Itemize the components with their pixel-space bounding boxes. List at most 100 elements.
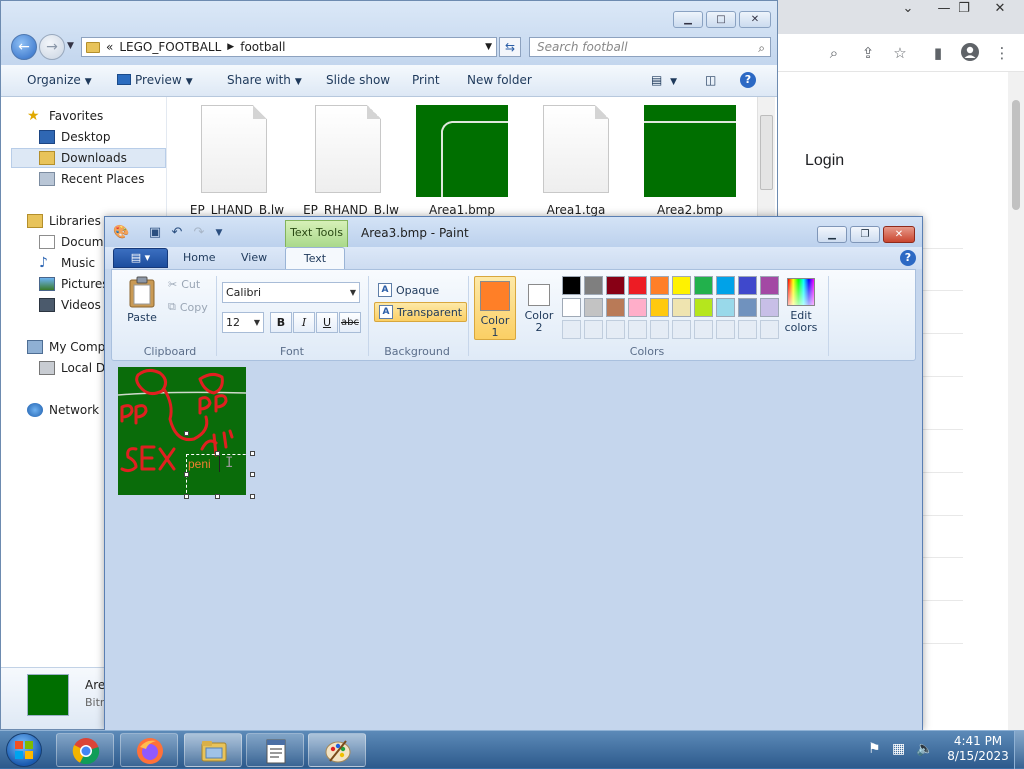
save-icon[interactable]: ▣ [147,225,163,241]
customize-toolbar-icon[interactable]: ▼ [211,225,227,241]
redo-icon[interactable]: ↷ [191,225,207,241]
resize-handle[interactable] [215,494,220,499]
explorer-maximize-button[interactable]: □ [706,11,736,28]
file-item[interactable]: Area1.bmp [407,105,517,217]
nav-libraries[interactable]: Libraries [27,211,101,231]
palette-color-swatch[interactable] [738,298,757,317]
palette-custom-slot[interactable] [562,320,581,339]
palette-color-swatch[interactable] [716,298,735,317]
preview-button[interactable]: Preview ▼ [117,73,193,87]
palette-color-swatch[interactable] [716,276,735,295]
action-center-icon[interactable]: ⚑ [868,741,881,757]
share-with-button[interactable]: Share with ▼ [227,73,302,87]
breadcrumb-separator-icon[interactable]: ▶ [227,42,234,52]
image-canvas[interactable]: peni I [118,367,246,495]
palette-custom-slot[interactable] [694,320,713,339]
nav-pictures[interactable]: Pictures [39,274,109,294]
palette-color-swatch[interactable] [584,298,603,317]
resize-handle[interactable] [215,451,220,456]
canvas-workspace[interactable]: peni I [111,361,916,731]
taskbar-explorer[interactable] [184,733,242,767]
forward-button[interactable]: → [39,34,65,60]
volume-muted-icon[interactable]: 🔈 [916,741,933,757]
file-item[interactable]: _EP_LHAND_B.lw [179,105,289,217]
typed-canvas-text[interactable]: peni [188,457,211,471]
palette-color-swatch[interactable] [562,298,581,317]
palette-custom-slot[interactable] [650,320,669,339]
nav-favorites[interactable]: ★ Favorites [27,106,103,126]
palette-color-swatch[interactable] [562,276,581,295]
color2-button[interactable]: Color 2 [518,276,560,340]
file-item[interactable]: Area2.bmp [635,105,745,217]
bookmark-star-icon[interactable]: ☆ [889,42,911,64]
resize-handle[interactable] [250,494,255,499]
palette-color-swatch[interactable] [584,276,603,295]
palette-color-swatch[interactable] [760,298,779,317]
palette-color-swatch[interactable] [738,276,757,295]
paint-app-icon[interactable]: 🎨 [113,225,129,241]
transparent-button[interactable]: A Transparent [374,302,468,322]
strikethrough-button[interactable]: abc [339,312,361,333]
nav-desktop[interactable]: Desktop [39,127,111,147]
palette-custom-slot[interactable] [672,320,691,339]
new-folder-button[interactable]: New folder [467,73,532,87]
tab-text[interactable]: Text [285,247,345,271]
search-icon[interactable]: ⌕ [758,39,765,57]
palette-custom-slot[interactable] [760,320,779,339]
resize-handle[interactable] [250,472,255,477]
explorer-close-button[interactable]: ✕ [739,11,771,28]
address-dropdown-icon[interactable]: ▼ [485,42,492,52]
italic-button[interactable]: I [293,312,315,333]
paint-help-icon[interactable]: ? [900,250,916,266]
palette-color-swatch[interactable] [628,298,647,317]
show-desktop-button[interactable] [1014,731,1024,769]
taskbar-firefox[interactable] [120,733,178,767]
resize-handle[interactable] [184,494,189,499]
taskbar-notepad[interactable] [246,733,304,767]
search-input[interactable]: Search football ⌕ [529,37,771,57]
back-button[interactable]: ← [11,34,37,60]
file-item[interactable]: Area1.tga [521,105,631,217]
paint-maximize-button[interactable]: ❐ [850,226,880,243]
breadcrumb-lego-football[interactable]: LEGO_FOOTBALL [119,40,221,54]
file-list-scrollbar[interactable] [757,97,775,217]
scrollbar-thumb[interactable] [760,115,773,190]
slide-show-button[interactable]: Slide show [326,73,390,87]
nav-music[interactable]: ♪ Music [39,253,95,273]
copy-button[interactable]: ⧉ Copy [168,300,208,314]
palette-custom-slot[interactable] [716,320,735,339]
resize-handle[interactable] [250,451,255,456]
organize-button[interactable]: Organize ▼ [27,73,92,87]
help-icon[interactable]: ? [740,72,756,88]
paint-minimize-button[interactable]: ▁ [817,226,847,243]
chrome-close-button[interactable]: ✕ [985,0,1015,18]
palette-custom-slot[interactable] [584,320,603,339]
recent-pages-icon[interactable]: ▼ [67,41,74,51]
chrome-restore-button[interactable]: ❐ [949,0,979,18]
palette-color-swatch[interactable] [760,276,779,295]
address-prefix[interactable]: « [106,40,113,54]
opaque-button[interactable]: A Opaque [374,280,443,300]
explorer-minimize-button[interactable]: ▁ [673,11,703,28]
palette-color-swatch[interactable] [606,276,625,295]
tab-view[interactable]: View [241,251,267,264]
breadcrumb-football[interactable]: football [240,40,285,54]
side-panel-icon[interactable]: ▮ [927,42,949,64]
palette-color-swatch[interactable] [672,298,691,317]
taskbar-clock[interactable]: 4:41 PM 8/15/2023 [944,734,1012,764]
palette-color-swatch[interactable] [650,298,669,317]
palette-color-swatch[interactable] [694,276,713,295]
font-family-select[interactable]: Calibri ▼ [222,282,360,303]
resize-handle[interactable] [184,472,189,477]
profile-avatar-icon[interactable] [959,42,981,64]
nav-my-computer[interactable]: My Compu [27,337,113,357]
chrome-menu-icon[interactable]: ⋮ [991,42,1013,64]
nav-videos[interactable]: Videos [39,295,101,315]
color1-button[interactable]: Color 1 [474,276,516,340]
address-bar[interactable]: « LEGO_FOOTBALL ▶ football ▼ [81,37,497,57]
taskbar-chrome[interactable] [56,733,114,767]
bold-button[interactable]: B [270,312,292,333]
nav-recent-places[interactable]: Recent Places [39,169,144,189]
paint-menu-button[interactable]: ▤ ▾ [113,248,168,268]
chrome-scrollbar[interactable] [1008,72,1024,730]
